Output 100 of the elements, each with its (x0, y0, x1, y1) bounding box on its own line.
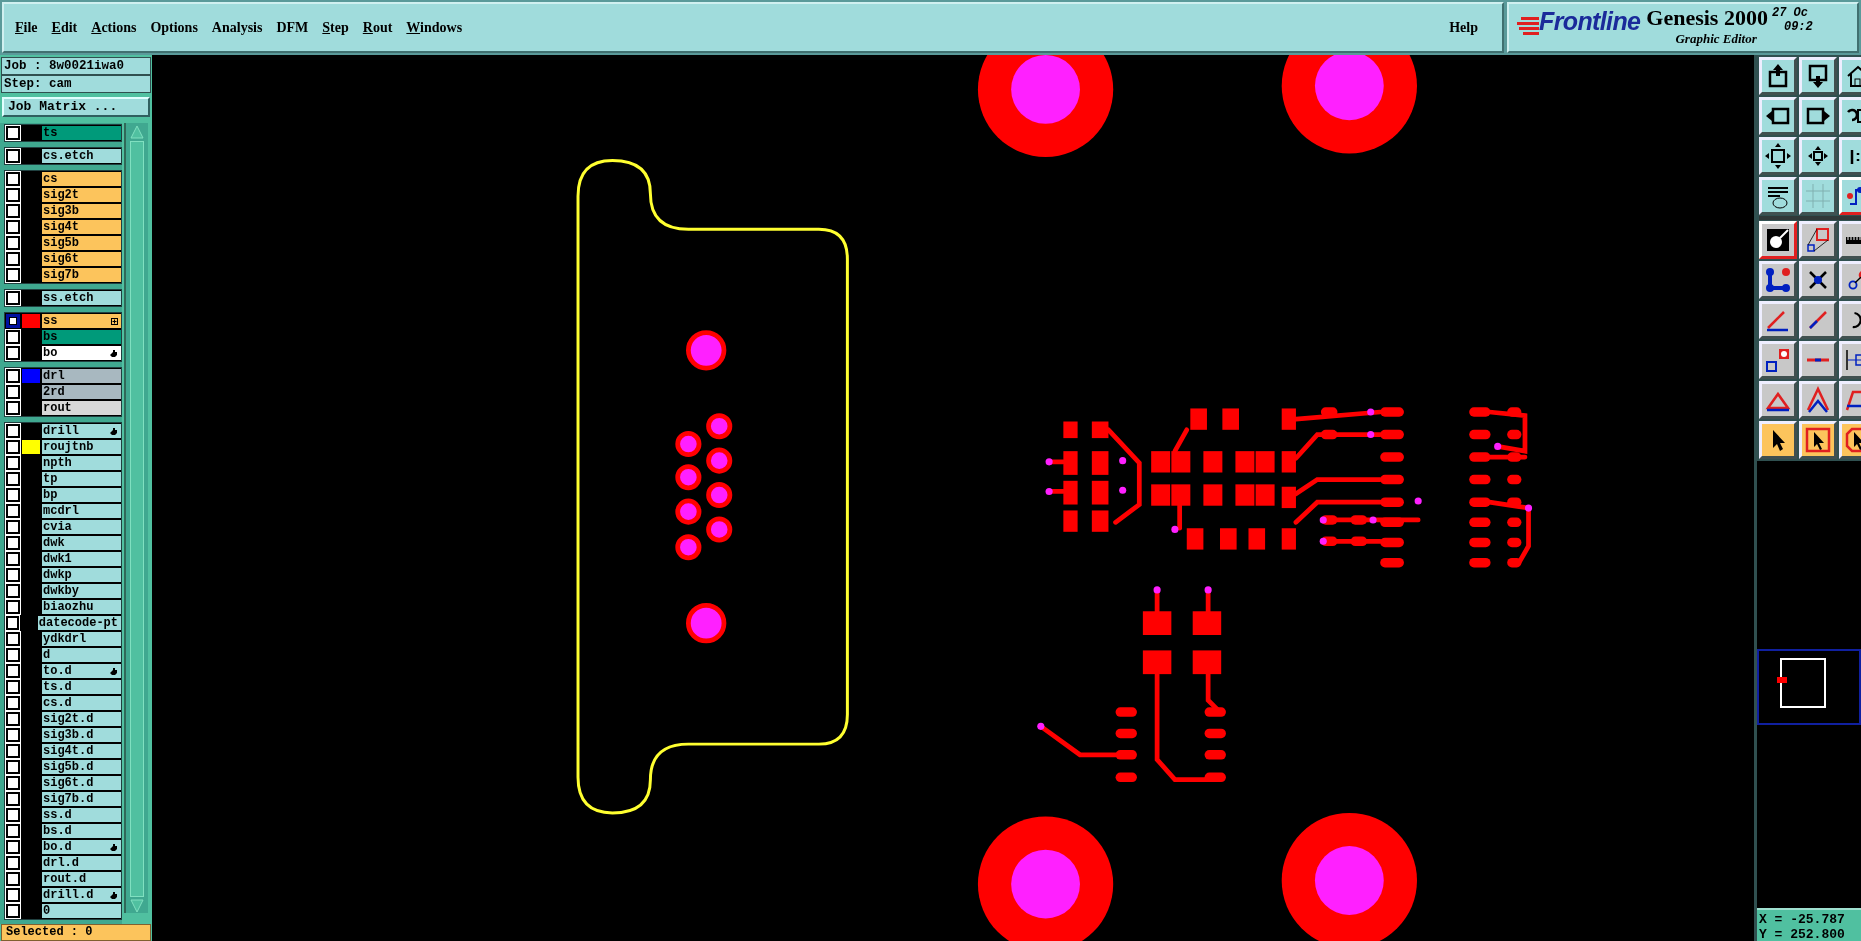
tool-button[interactable] (1759, 341, 1797, 379)
layer-name[interactable]: cs.etch (42, 149, 121, 163)
layer-checkbox[interactable] (6, 488, 20, 502)
layer-name[interactable]: ts (42, 126, 121, 140)
layer-name[interactable]: dwkby (42, 584, 121, 598)
layer-checkbox[interactable] (6, 188, 20, 202)
layer-name[interactable]: ss (42, 314, 121, 328)
layer-checkbox[interactable] (6, 472, 20, 486)
layer-name[interactable]: cs.d (42, 696, 121, 710)
layer-name[interactable]: ss.d (42, 808, 121, 822)
layer-checkbox[interactable] (6, 220, 20, 234)
layer-checkbox[interactable] (6, 664, 20, 678)
layer-checkbox[interactable] (6, 314, 20, 328)
layer-checkbox[interactable] (6, 824, 20, 838)
layer-checkbox[interactable] (6, 536, 20, 550)
layer-name[interactable]: mcdrl (42, 504, 121, 518)
layer-name[interactable]: sig7b.d (42, 792, 121, 806)
layer-checkbox[interactable] (6, 149, 20, 163)
tool-button[interactable] (1799, 301, 1837, 339)
tool-button[interactable] (1759, 137, 1797, 175)
tool-button[interactable] (1759, 177, 1797, 215)
job-matrix-button[interactable]: Job Matrix ... (2, 97, 150, 117)
menu-item[interactable]: Edit (44, 17, 85, 38)
tool-button[interactable] (1799, 57, 1837, 95)
layer-checkbox[interactable] (6, 291, 20, 305)
layer-name[interactable]: drl.d (42, 856, 121, 870)
layer-name[interactable]: cs (42, 172, 121, 186)
tool-button[interactable] (1759, 261, 1797, 299)
layer-checkbox[interactable] (6, 872, 20, 886)
layer-name[interactable]: ydkdrl (42, 632, 121, 646)
tool-button[interactable] (1799, 421, 1837, 459)
layer-name[interactable]: 0 (42, 904, 121, 918)
layer-checkbox[interactable] (6, 904, 20, 918)
layer-checkbox[interactable] (6, 744, 20, 758)
layer-name[interactable]: sig6t (42, 252, 121, 266)
tool-button[interactable] (1799, 341, 1837, 379)
layer-name[interactable]: ts.d (42, 680, 121, 694)
layer-checkbox[interactable] (6, 856, 20, 870)
menu-item[interactable]: Step (315, 17, 356, 38)
layer-checkbox[interactable] (6, 760, 20, 774)
tool-button[interactable] (1799, 221, 1837, 259)
layer-name[interactable]: sig2t.d (42, 712, 121, 726)
layer-name[interactable]: biaozhu (42, 600, 121, 614)
layer-checkbox[interactable] (6, 369, 20, 383)
layer-name[interactable]: bo (42, 346, 121, 360)
overview-panel[interactable] (1757, 649, 1861, 725)
layer-checkbox[interactable] (6, 712, 20, 726)
layer-checkbox[interactable] (6, 330, 20, 344)
menu-item[interactable]: File (8, 17, 45, 38)
layer-name[interactable]: npth (42, 456, 121, 470)
layer-name[interactable]: sig4t (42, 220, 121, 234)
layer-checkbox[interactable] (6, 504, 20, 518)
tool-button[interactable] (1759, 57, 1797, 95)
layer-checkbox[interactable] (6, 584, 20, 598)
layer-checkbox[interactable] (6, 204, 20, 218)
tool-button[interactable] (1799, 261, 1837, 299)
layer-name[interactable]: drill (42, 424, 121, 438)
layer-checkbox[interactable] (6, 808, 20, 822)
menu-item[interactable]: Options (143, 17, 205, 38)
layer-checkbox[interactable] (6, 252, 20, 266)
menu-item[interactable]: DFM (269, 17, 316, 38)
layer-name[interactable]: datecode-pt (37, 616, 121, 630)
layer-name[interactable]: bo.d (42, 840, 121, 854)
tool-button[interactable] (1759, 97, 1797, 135)
layer-name[interactable]: tp (42, 472, 121, 486)
tool-button[interactable] (1799, 381, 1837, 419)
layer-checkbox[interactable] (6, 776, 20, 790)
layer-name[interactable]: sig2t (42, 188, 121, 202)
menu-item[interactable]: Actions (84, 17, 144, 38)
layer-name[interactable]: roujtnb (42, 440, 121, 454)
layer-checkbox[interactable] (6, 126, 20, 140)
layer-checkbox[interactable] (6, 346, 20, 360)
layer-name[interactable]: bs (42, 330, 121, 344)
layer-checkbox[interactable] (6, 600, 20, 614)
layer-name[interactable]: dwk (42, 536, 121, 550)
layer-name[interactable]: sig6t.d (42, 776, 121, 790)
layer-checkbox[interactable] (6, 680, 20, 694)
tool-button[interactable] (1799, 97, 1837, 135)
layer-checkbox[interactable] (6, 440, 20, 454)
layer-name[interactable]: dwk1 (42, 552, 121, 566)
layer-name[interactable]: cvia (42, 520, 121, 534)
tool-button[interactable] (1759, 381, 1797, 419)
layer-checkbox[interactable] (6, 424, 20, 438)
layer-name[interactable]: ss.etch (42, 291, 121, 305)
layer-checkbox[interactable] (6, 728, 20, 742)
layer-name[interactable]: bp (42, 488, 121, 502)
tool-button[interactable] (1799, 177, 1837, 215)
menu-item[interactable]: Analysis (204, 17, 270, 38)
layer-checkbox[interactable] (6, 648, 20, 662)
tool-button[interactable] (1759, 301, 1797, 339)
layer-checkbox[interactable] (6, 401, 20, 415)
layer-checkbox[interactable] (6, 840, 20, 854)
layer-name[interactable]: sig3b.d (42, 728, 121, 742)
layer-checkbox[interactable] (6, 385, 20, 399)
layer-name[interactable]: 2rd (42, 385, 121, 399)
layer-checkbox[interactable] (6, 456, 20, 470)
layer-name[interactable]: bs.d (42, 824, 121, 838)
layer-name[interactable]: drill.d (42, 888, 121, 902)
layer-checkbox[interactable] (6, 632, 20, 646)
layer-name[interactable]: sig5b (42, 236, 121, 250)
